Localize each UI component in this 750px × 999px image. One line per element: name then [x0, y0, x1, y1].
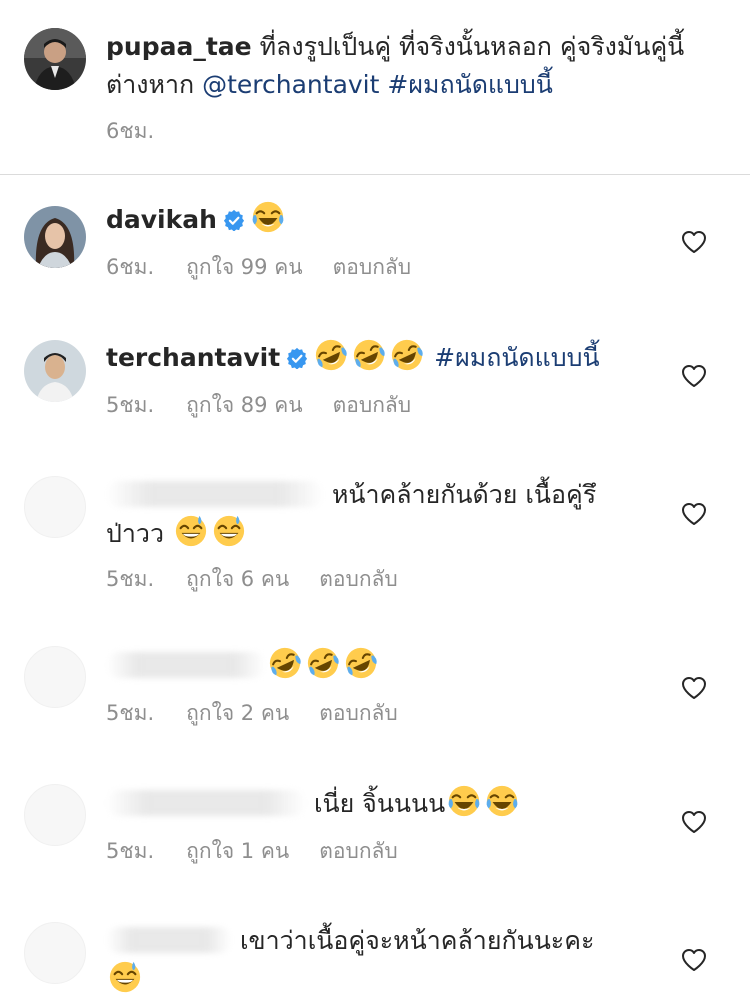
- reply-button[interactable]: ตอบกลับ: [319, 567, 398, 591]
- comment-text: เขาว่าเนื้อคู่จะหน้าคล้ายกันนะคะ: [239, 926, 595, 955]
- comment-hashtag[interactable]: #ผมถนัดแบบนี้: [434, 343, 599, 372]
- verified-badge-icon: [223, 209, 245, 231]
- comment-likes[interactable]: ถูกใจ 2 คน: [186, 701, 289, 725]
- rofl-emoji-icon: [314, 338, 348, 372]
- caption-username[interactable]: pupaa_tae: [106, 32, 252, 61]
- rofl-emoji-icon: [390, 338, 424, 372]
- comment-username[interactable]: davikah: [106, 205, 217, 234]
- comment-meta: 5ชม. ถูกใจ 6 คน ตอบกลับ: [106, 566, 428, 592]
- caption-text: pupaa_tae ที่ลงรูปเป็นคู่ ที่จริงนั้นหลอ…: [106, 28, 726, 104]
- comment-body: terchantavit #ผมถนัดแบบนี้: [106, 338, 600, 377]
- blurred-username: [106, 652, 266, 678]
- comment-meta: 5ชม. ถูกใจ 1 คน ตอบกลับ: [106, 838, 428, 864]
- comment-body: [106, 646, 380, 685]
- caption-mention[interactable]: @terchantavit: [202, 70, 379, 99]
- caption-section: pupaa_tae ที่ลงรูปเป็นคู่ ที่จริงนั้นหลอ…: [0, 0, 750, 175]
- comment-text-line2: ป่าวว: [106, 519, 164, 548]
- comment-likes[interactable]: ถูกใจ 99 คน: [186, 255, 302, 279]
- blurred-username: [106, 927, 232, 953]
- rofl-emoji-icon: [344, 646, 378, 680]
- sweat-smile-emoji-icon: [174, 514, 208, 548]
- rofl-emoji-icon: [306, 646, 340, 680]
- rofl-emoji-icon: [268, 646, 302, 680]
- comment-avatar[interactable]: [24, 476, 86, 538]
- blurred-username: [106, 790, 306, 816]
- reply-button[interactable]: ตอบกลับ: [333, 255, 412, 279]
- comment-time: 5ชม.: [106, 701, 155, 725]
- comment-likes[interactable]: ถูกใจ 89 คน: [186, 393, 302, 417]
- heart-outline-icon[interactable]: [681, 230, 707, 254]
- reply-button[interactable]: ตอบกลับ: [333, 393, 412, 417]
- comment-avatar[interactable]: [24, 922, 86, 984]
- comment-avatar[interactable]: [24, 340, 86, 402]
- comment-avatar[interactable]: [24, 784, 86, 846]
- comment-meta: 6ชม. ถูกใจ 99 คน ตอบกลับ: [106, 254, 441, 280]
- comment-text: เนี่ย จิ้นนนน: [313, 789, 446, 818]
- caption-hashtag[interactable]: #ผมถนัดแบบนี้: [387, 70, 552, 99]
- comment-time: 5ชม.: [106, 839, 155, 863]
- comment-meta: 5ชม. ถูกใจ 2 คน ตอบกลับ: [106, 700, 428, 726]
- comment-text: หน้าคล้ายกันด้วย เนื้อคู่รึ: [331, 480, 597, 509]
- heart-outline-icon[interactable]: [681, 502, 707, 526]
- comment-body: หน้าคล้ายกันด้วย เนื้อคู่รึ ป่าวว: [106, 476, 666, 553]
- comment-time: 5ชม.: [106, 393, 155, 417]
- heart-outline-icon[interactable]: [681, 948, 707, 972]
- heart-outline-icon[interactable]: [681, 676, 707, 700]
- sweat-smile-emoji-icon: [212, 514, 246, 548]
- laughing-tears-emoji-icon: [447, 784, 481, 818]
- reply-button[interactable]: ตอบกลับ: [319, 839, 398, 863]
- comment-body: เนี่ย จิ้นนนน: [106, 784, 521, 823]
- caption-time: 6ชม.: [106, 119, 155, 143]
- comment-avatar[interactable]: [24, 646, 86, 708]
- comment-meta: 5ชม. ถูกใจ 89 คน ตอบกลับ: [106, 392, 441, 418]
- comment-time: 5ชม.: [106, 567, 155, 591]
- caption-author-avatar[interactable]: [24, 28, 86, 90]
- comment-likes[interactable]: ถูกใจ 1 คน: [186, 839, 289, 863]
- comment-body: เขาว่าเนื้อคู่จะหน้าคล้ายกันนะคะ: [106, 922, 666, 999]
- comment-likes[interactable]: ถูกใจ 6 คน: [186, 567, 289, 591]
- comment-time: 6ชม.: [106, 255, 155, 279]
- heart-outline-icon[interactable]: [681, 810, 707, 834]
- heart-outline-icon[interactable]: [681, 364, 707, 388]
- laughing-tears-emoji-icon: [485, 784, 519, 818]
- comment-body: davikah: [106, 200, 287, 239]
- comment-avatar[interactable]: [24, 206, 86, 268]
- divider: [0, 174, 750, 175]
- caption-line2: ต่างหาก: [106, 70, 203, 99]
- rofl-emoji-icon: [352, 338, 386, 372]
- verified-badge-icon: [286, 347, 308, 369]
- caption-line1: ที่ลงรูปเป็นคู่ ที่จริงนั้นหลอก คู่จริงม…: [259, 32, 685, 61]
- blurred-username: [106, 481, 324, 507]
- caption-meta: 6ชม.: [106, 118, 186, 144]
- laughing-tears-emoji-icon: [251, 200, 285, 234]
- sweat-smile-emoji-icon: [108, 960, 142, 994]
- reply-button[interactable]: ตอบกลับ: [319, 701, 398, 725]
- comment-username[interactable]: terchantavit: [106, 343, 280, 372]
